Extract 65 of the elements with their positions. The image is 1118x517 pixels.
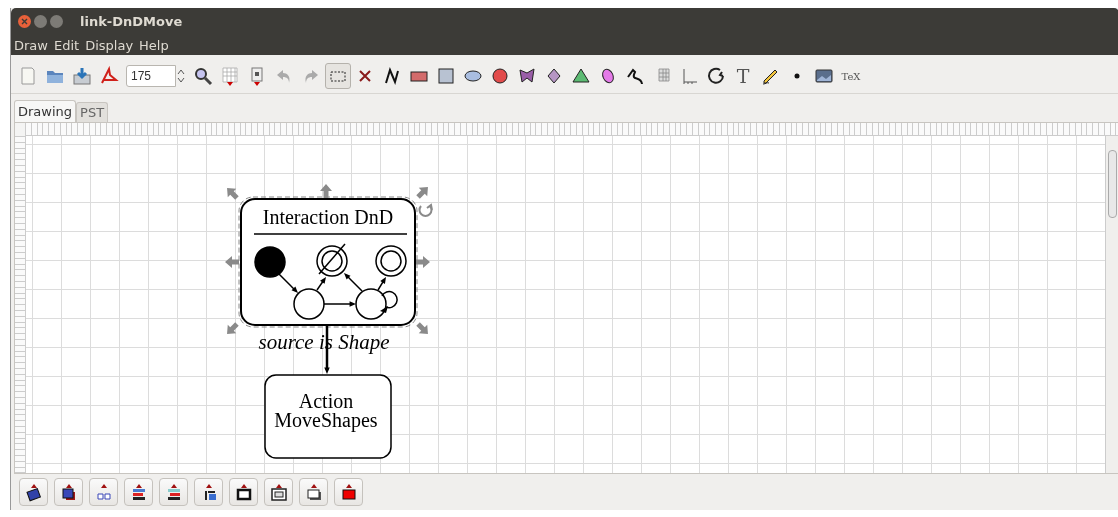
arrow xyxy=(377,277,386,291)
arrow xyxy=(344,273,363,292)
zoom-field[interactable]: 175 xyxy=(126,65,176,87)
window-title: link-DnDMove xyxy=(80,14,183,29)
vertical-scrollbar[interactable] xyxy=(1105,136,1118,473)
square-icon xyxy=(436,66,456,86)
tab[interactable]: Drawing xyxy=(14,100,77,122)
arrow xyxy=(323,301,356,307)
resize-handle[interactable] xyxy=(416,322,428,334)
action-box[interactable] xyxy=(264,374,392,459)
resize-handle[interactable] xyxy=(227,322,239,334)
resize-handle[interactable] xyxy=(416,187,428,199)
double-border-icon xyxy=(268,482,289,502)
state xyxy=(293,288,325,320)
scrollbar-thumb[interactable] xyxy=(1108,150,1117,218)
grid-icon xyxy=(220,66,240,86)
fill-button[interactable] xyxy=(334,478,363,506)
maximize-icon[interactable] xyxy=(50,15,63,28)
border-button[interactable] xyxy=(229,478,258,506)
tex-label: TeX xyxy=(841,70,861,82)
text-tool-button[interactable]: T xyxy=(730,63,756,89)
resize-handle[interactable] xyxy=(416,256,430,268)
resize-handle[interactable] xyxy=(320,184,332,198)
menu-item[interactable]: Draw xyxy=(14,37,48,53)
close-icon[interactable] xyxy=(18,15,31,28)
pdf-icon xyxy=(99,66,119,86)
resize-handle[interactable] xyxy=(227,188,239,200)
menu-item[interactable]: Help xyxy=(139,37,169,53)
menu-item[interactable]: Display xyxy=(85,37,134,53)
polyline-icon xyxy=(382,66,402,86)
triangle-icon xyxy=(571,66,591,86)
front-button[interactable] xyxy=(54,478,83,506)
import-icon xyxy=(72,66,92,86)
curve-icon xyxy=(625,66,645,86)
action-label: Action MoveShapes xyxy=(274,390,378,431)
minimize-icon[interactable] xyxy=(34,15,47,28)
initial-state xyxy=(254,246,286,278)
spinner-arrows-icon[interactable] xyxy=(176,68,186,84)
shadow-button[interactable] xyxy=(299,478,328,506)
state xyxy=(355,288,387,320)
final-state xyxy=(375,245,407,277)
new-document-icon xyxy=(18,66,38,86)
align-right-button[interactable] xyxy=(159,478,188,506)
interaction-title: Interaction DnD xyxy=(262,206,394,228)
distribute-button[interactable] xyxy=(89,478,118,506)
rotate-handle[interactable] xyxy=(418,204,433,217)
loop-arrow xyxy=(380,290,398,313)
search-icon xyxy=(193,66,213,86)
arc-icon xyxy=(706,66,726,86)
tab[interactable]: PST xyxy=(76,102,109,122)
rotate-button[interactable] xyxy=(19,478,48,506)
mirror-button[interactable] xyxy=(194,478,223,506)
arrow xyxy=(278,273,298,293)
menu-item[interactable]: Edit xyxy=(53,37,80,53)
circle-icon xyxy=(490,66,510,86)
resize-handle[interactable] xyxy=(225,256,239,268)
double-border-button[interactable] xyxy=(264,478,293,506)
picture-icon xyxy=(814,66,834,86)
text-tool-label: T xyxy=(736,65,750,87)
polygon-icon xyxy=(517,66,537,86)
arrow xyxy=(316,277,326,291)
align-left-button[interactable] xyxy=(124,478,153,506)
cancel-state xyxy=(316,243,348,277)
tex-tool-button[interactable]: TeX xyxy=(838,63,864,89)
rotate-shape-icon xyxy=(23,482,44,502)
